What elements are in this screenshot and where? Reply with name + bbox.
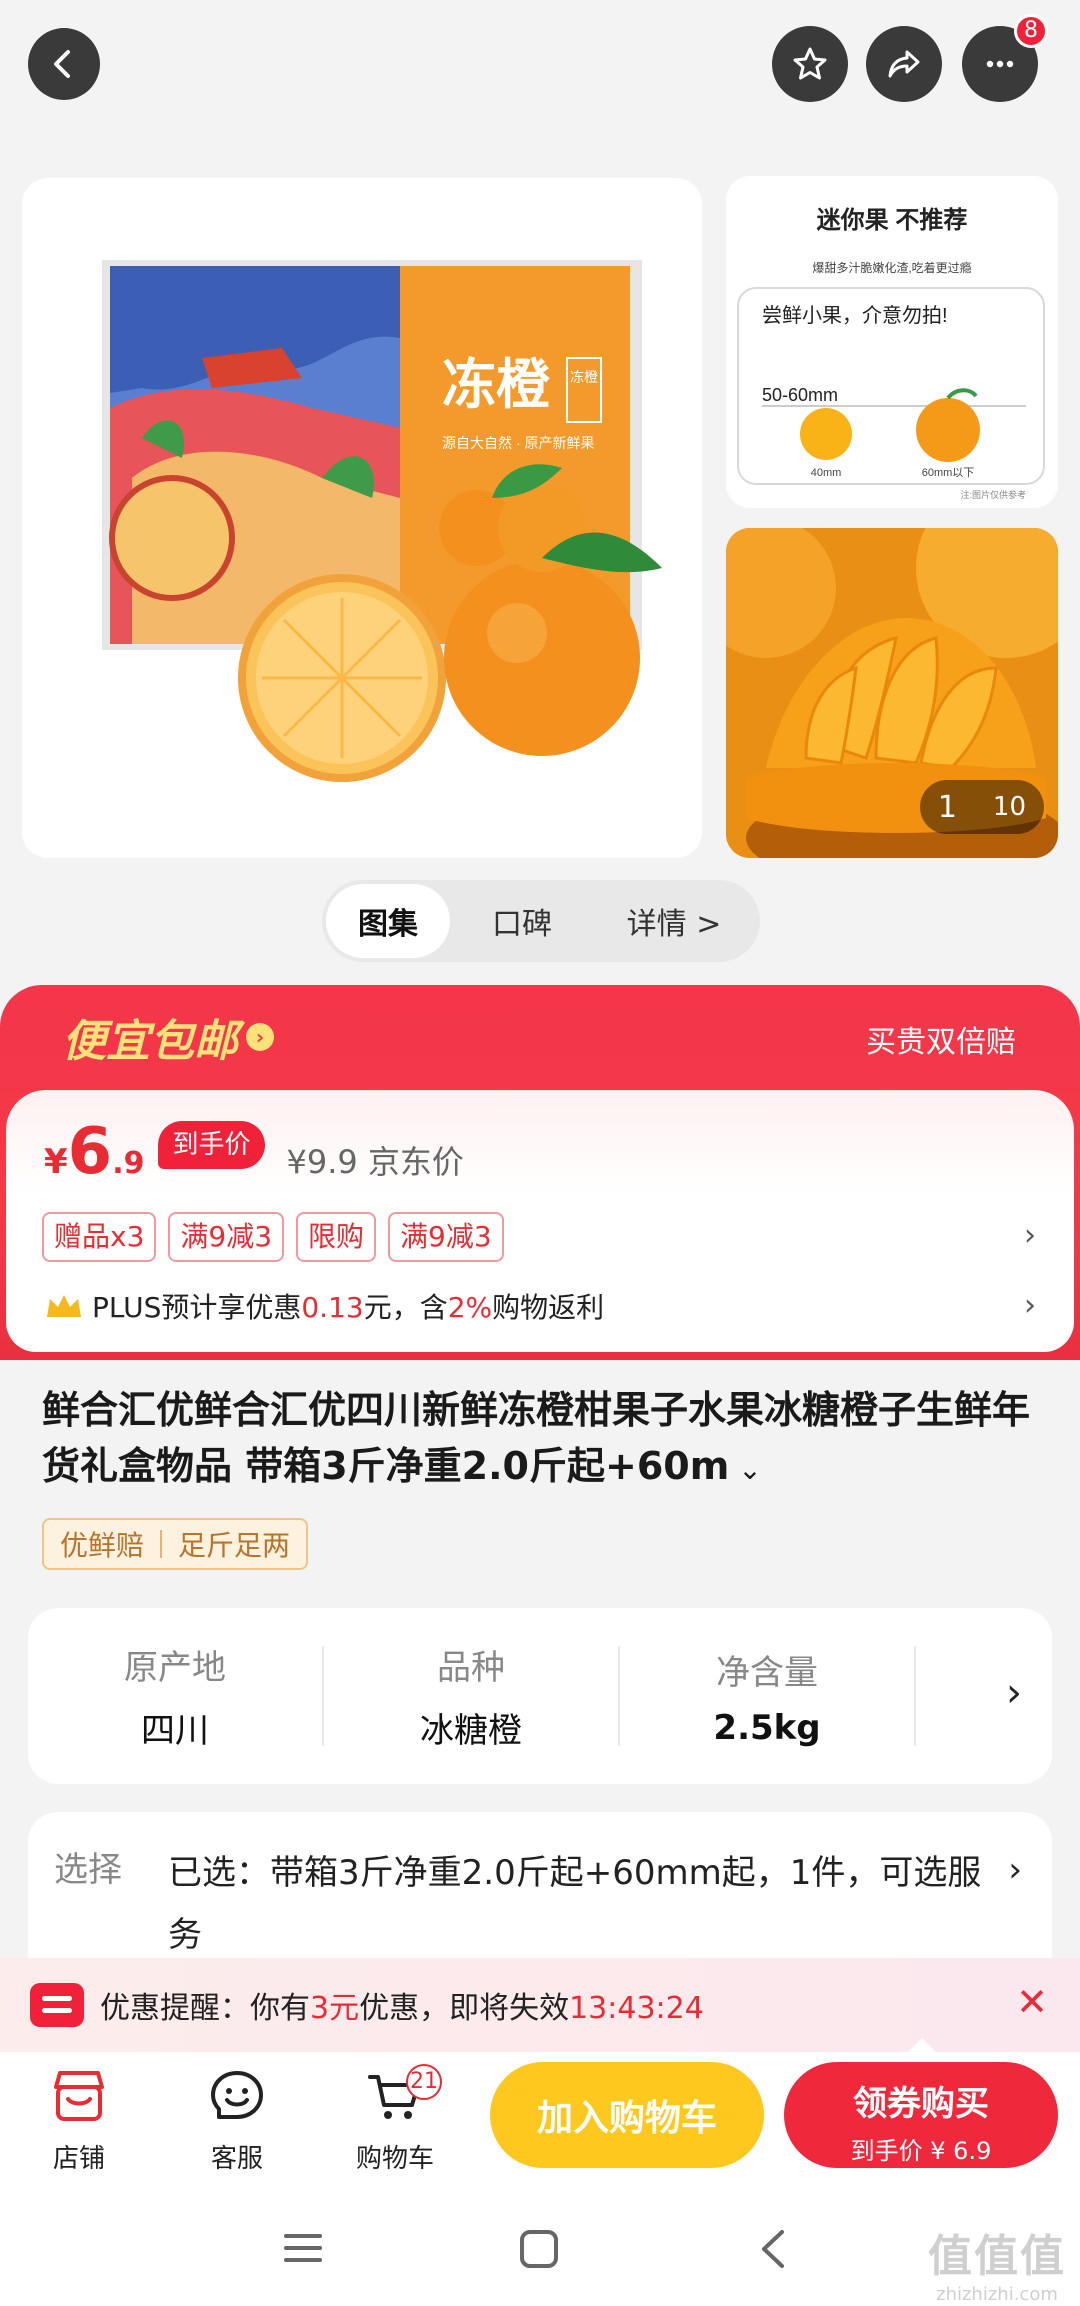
attribute-net-weight: 净含量 2.5kg bbox=[713, 1652, 821, 1748]
size-guide-illustration: 迷你果 不推荐 爆甜多汁脆嫩化渣,吃着更过瘾 尝鲜小果，介意勿拍! 50-60m… bbox=[737, 207, 1045, 500]
promo-tag: 满9减3 bbox=[388, 1212, 504, 1262]
shop-button[interactable]: 店铺 bbox=[24, 2064, 134, 2175]
promo-section: 便宜包邮 › 买贵双倍赔 ¥ 6 .9 到手价 ¥9.9 京东价 赠品x3 满9… bbox=[0, 985, 1080, 1360]
cart-button[interactable]: 21 购物车 bbox=[340, 2064, 450, 2175]
svg-text:50-60mm: 50-60mm bbox=[762, 385, 838, 405]
customer-service-button[interactable]: 客服 bbox=[182, 2064, 292, 2175]
attribute-origin: 原产地 四川 bbox=[124, 1648, 226, 1751]
attribute-variety: 品种 冰糖橙 bbox=[420, 1648, 522, 1751]
divider bbox=[914, 1646, 916, 1746]
top-bar: 8 bbox=[0, 0, 1080, 150]
chevron-right-icon[interactable]: › bbox=[1008, 1850, 1022, 1890]
reminder-text: 优惠提醒：你有3元优惠，即将失效13:43:24 bbox=[100, 1991, 704, 2026]
more-button[interactable]: 8 bbox=[962, 14, 1048, 102]
svg-text:迷你果 不推荐: 迷你果 不推荐 bbox=[817, 207, 968, 234]
box-slogan: 源自大自然 · 原产新鲜果 bbox=[442, 435, 594, 451]
free-shipping-banner[interactable]: 便宜包邮 › bbox=[62, 1005, 274, 1069]
product-attributes[interactable]: 原产地 四川 品种 冰糖橙 净含量 2.5kg › bbox=[28, 1608, 1052, 1784]
promo-tag: 满9减3 bbox=[168, 1212, 285, 1262]
final-price-decimal: .9 bbox=[112, 1146, 145, 1181]
product-title[interactable]: 鲜合汇优鲜合汇优四川新鲜冻橙柑果子水果冰糖橙子生鲜年货礼盒物品 带箱3斤净重2.… bbox=[42, 1382, 1042, 1498]
selection-value: 已选：带箱3斤净重2.0斤起+60mm起，1件，可选服务 bbox=[168, 1853, 982, 1955]
svg-text:40mm: 40mm bbox=[811, 467, 842, 479]
svg-text:尝鲜小果，介意勿拍!: 尝鲜小果，介意勿拍! bbox=[762, 304, 948, 327]
share-button[interactable] bbox=[866, 26, 942, 102]
back-nav-icon[interactable] bbox=[754, 2228, 790, 2270]
promo-tag: 限购 bbox=[296, 1212, 377, 1262]
jd-price: ¥9.9 京东价 bbox=[286, 1143, 464, 1181]
box-title: 冻橙 bbox=[442, 355, 551, 415]
chevron-right-icon[interactable]: › bbox=[1024, 1218, 1036, 1253]
currency-symbol: ¥ bbox=[44, 1142, 68, 1182]
chevron-left-icon bbox=[54, 50, 70, 78]
system-navigation-bar bbox=[0, 2192, 1080, 2306]
chevron-right-icon[interactable]: › bbox=[1006, 1670, 1022, 1716]
watermark: 值值值 zhizhizhi.com bbox=[928, 2231, 1066, 2305]
final-price-integer: 6 bbox=[67, 1115, 113, 1189]
coupon-buy-button[interactable]: 领券购买 到手价 ¥ 6.9 bbox=[784, 2062, 1058, 2168]
orange-box-illustration: 冻橙 冻橙 源自大自然 · 原产新鲜果 bbox=[102, 260, 662, 782]
bottom-action-bar: 店铺 客服 21 购物车 加入购物车 领券购买 到手价 ¥ 6.9 bbox=[0, 2038, 1080, 2192]
favorite-button[interactable] bbox=[772, 26, 848, 102]
service-badge: 足斤足两 bbox=[178, 1529, 291, 1562]
image-counter: 1 10 bbox=[919, 780, 1044, 834]
selection-label: 选择 bbox=[54, 1850, 122, 1890]
box-seal: 冻橙 bbox=[570, 369, 598, 385]
plus-benefit-row[interactable]: PLUS预计享优惠0.13元，含2%购物返利 bbox=[44, 1286, 604, 1326]
tab-reviews[interactable]: 口碑 bbox=[450, 884, 594, 958]
menu-icon[interactable] bbox=[282, 2228, 324, 2268]
svg-text:爆甜多汁脆嫩化渣,吃着更过瘾: 爆甜多汁脆嫩化渣,吃着更过瘾 bbox=[812, 260, 971, 275]
coupon-icon bbox=[30, 1983, 84, 2027]
content-tabs: 图集 口碑 详情 > bbox=[322, 880, 760, 962]
chevron-right-icon: › bbox=[246, 1023, 274, 1051]
promo-tag: 赠品x3 bbox=[42, 1212, 157, 1262]
peeled-orange-thumbnail[interactable]: 1 10 bbox=[726, 528, 1058, 858]
size-guide-thumbnail[interactable]: 迷你果 不推荐 爆甜多汁脆嫩化渣,吃着更过瘾 尝鲜小果，介意勿拍! 50-60m… bbox=[726, 176, 1058, 508]
service-badge: 优鲜赔 bbox=[60, 1529, 145, 1562]
price-card: ¥ 6 .9 到手价 ¥9.9 京东价 赠品x3 满9减3 限购 满9减3 › … bbox=[6, 1090, 1074, 1352]
svg-text:60mm以下: 60mm以下 bbox=[922, 467, 975, 479]
service-badges[interactable]: 优鲜赔 足斤足两 bbox=[42, 1518, 309, 1570]
tab-gallery[interactable]: 图集 bbox=[326, 884, 450, 958]
price-row: ¥ 6 .9 到手价 ¥9.9 京东价 bbox=[44, 1120, 464, 1189]
share-icon bbox=[888, 50, 920, 78]
message-badge: 8 bbox=[1014, 14, 1048, 48]
home-icon[interactable] bbox=[518, 2228, 560, 2270]
tooltip-pointer bbox=[908, 2038, 936, 2052]
chevron-right-icon[interactable]: › bbox=[1024, 1288, 1036, 1323]
main-product-image[interactable]: 冻橙 冻橙 源自大自然 · 原产新鲜果 bbox=[22, 178, 702, 858]
more-dots-icon bbox=[986, 60, 1014, 68]
crown-icon bbox=[47, 1295, 81, 1317]
price-guarantee[interactable]: 买贵双倍赔 bbox=[866, 1017, 1016, 1061]
chat-smile-icon bbox=[211, 2071, 263, 2119]
star-icon bbox=[793, 47, 827, 80]
cart-count-badge: 21 bbox=[406, 2064, 442, 2100]
back-button[interactable] bbox=[28, 28, 100, 100]
store-icon bbox=[54, 2071, 104, 2121]
promo-tags[interactable]: 赠品x3 满9减3 限购 满9减3 bbox=[42, 1212, 504, 1262]
add-to-cart-button[interactable]: 加入购物车 bbox=[490, 2062, 764, 2168]
final-price-tag: 到手价 bbox=[158, 1121, 265, 1169]
svg-text:注:图片仅供参考: 注:图片仅供参考 bbox=[960, 489, 1026, 500]
close-icon[interactable]: ✕ bbox=[1016, 1980, 1048, 2024]
chevron-down-icon[interactable]: ⌄ bbox=[729, 1453, 761, 1486]
selection-row[interactable]: 选择 已选：带箱3斤净重2.0斤起+60mm起，1件，可选服务 › bbox=[28, 1812, 1052, 1972]
tab-details[interactable]: 详情 > bbox=[594, 884, 754, 958]
